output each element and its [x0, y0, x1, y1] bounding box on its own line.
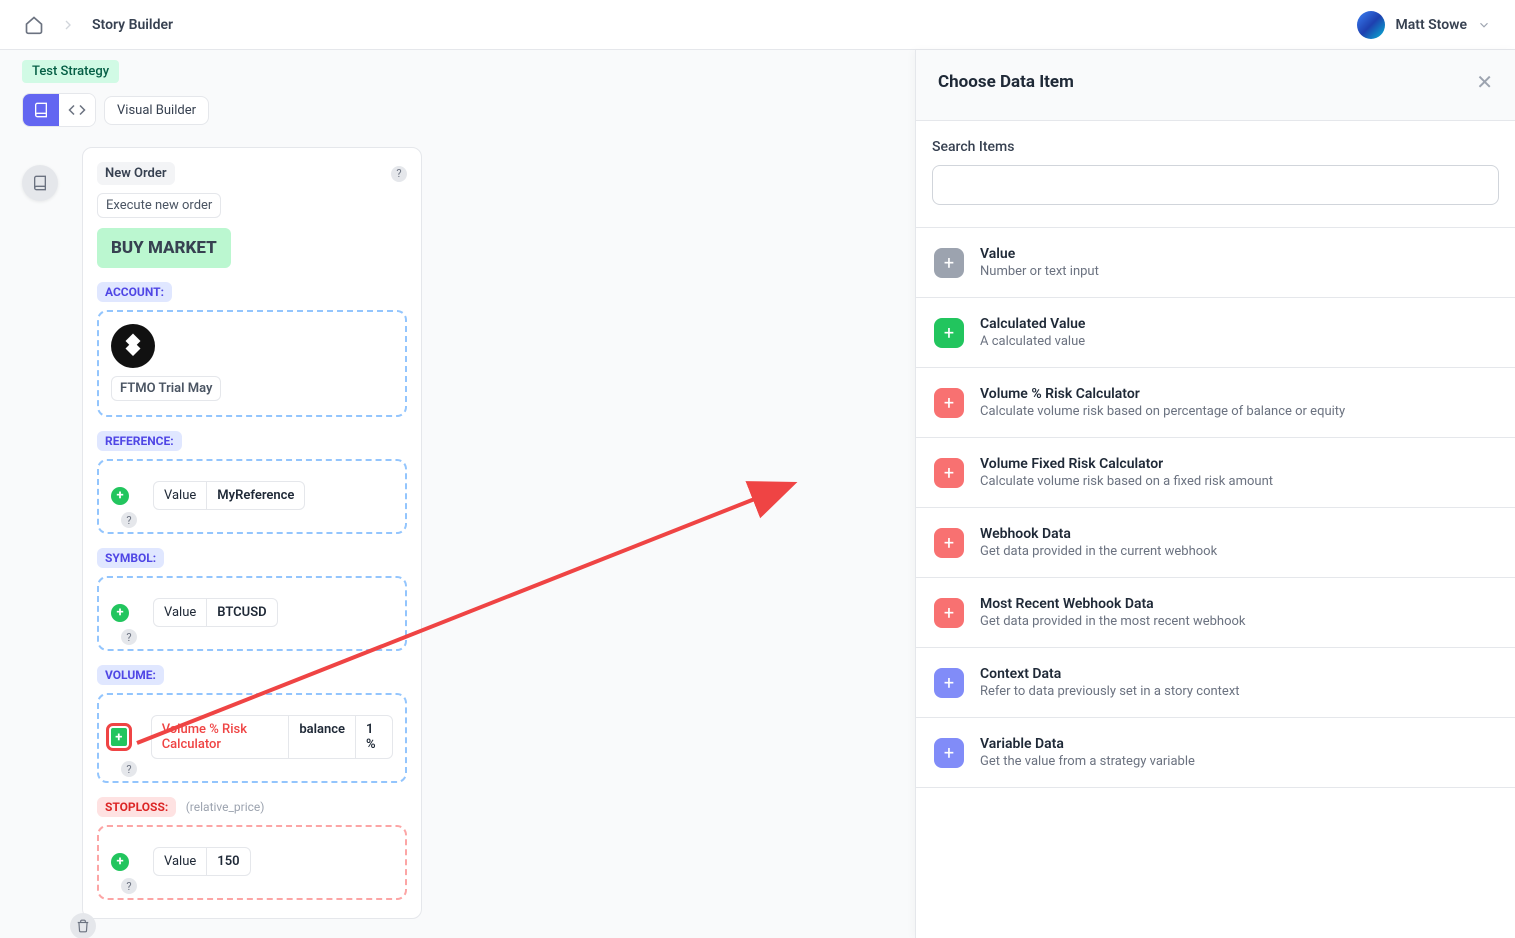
item-desc: Calculate volume risk based on percentag… [980, 404, 1345, 419]
item-title: Webhook Data [980, 526, 1217, 542]
node-subtitle: Execute new order [97, 193, 221, 218]
chevron-down-icon [1477, 18, 1491, 32]
plus-icon: + [934, 458, 964, 488]
avatar [1357, 11, 1385, 39]
item-title: Volume % Risk Calculator [980, 386, 1345, 402]
stoploss-note: (relative_price) [186, 800, 265, 814]
strategy-badge[interactable]: Test Strategy [22, 60, 119, 83]
toolbar-label: Visual Builder [104, 96, 209, 125]
stoploss-box[interactable]: + Value 150 ? [97, 825, 407, 900]
item-title: Most Recent Webhook Data [980, 596, 1245, 612]
item-title: Volume Fixed Risk Calculator [980, 456, 1273, 472]
reference-value[interactable]: Value MyReference [153, 481, 305, 510]
chevron-right-icon [60, 17, 76, 33]
account-name: FTMO Trial May [111, 376, 221, 401]
account-box[interactable]: FTMO Trial May [97, 310, 407, 417]
view-toggle [22, 93, 96, 127]
collapse-button[interactable] [22, 165, 58, 201]
plus-icon[interactable]: + [111, 853, 129, 871]
item-desc: A calculated value [980, 334, 1085, 349]
search-label: Search Items [932, 139, 1499, 155]
data-item-option[interactable]: + Webhook Data Get data provided in the … [916, 508, 1515, 578]
item-desc: Get the value from a strategy variable [980, 754, 1195, 769]
data-item-option[interactable]: + Calculated Value A calculated value [916, 298, 1515, 368]
item-desc: Refer to data previously set in a story … [980, 684, 1240, 699]
volume-value[interactable]: Volume % Risk Calculator balance 1 % [151, 715, 393, 759]
app-header: Story Builder Matt Stowe [0, 0, 1515, 50]
plus-icon[interactable]: + [111, 604, 129, 622]
plus-icon: + [934, 318, 964, 348]
panel-title: Choose Data Item [938, 72, 1074, 92]
code-view-button[interactable] [59, 94, 95, 126]
item-list: + Value Number or text input + Calculate… [916, 227, 1515, 788]
item-desc: Calculate volume risk based on a fixed r… [980, 474, 1273, 489]
data-item-option[interactable]: + Context Data Refer to data previously … [916, 648, 1515, 718]
data-item-option[interactable]: + Value Number or text input [916, 228, 1515, 298]
help-icon[interactable]: ? [121, 629, 137, 645]
plus-icon: + [934, 598, 964, 628]
canvas-area: Test Strategy Visual Builder New Order ? [0, 50, 915, 938]
item-title: Value [980, 246, 1099, 262]
delete-button[interactable] [70, 913, 96, 938]
username-label: Matt Stowe [1395, 17, 1467, 33]
item-title: Context Data [980, 666, 1240, 682]
item-title: Variable Data [980, 736, 1195, 752]
data-item-panel: Choose Data Item ✕ Search Items + Value … [915, 50, 1515, 938]
item-desc: Number or text input [980, 264, 1099, 279]
help-icon[interactable]: ? [121, 512, 137, 528]
plus-icon: + [934, 738, 964, 768]
plus-icon: + [934, 388, 964, 418]
user-menu[interactable]: Matt Stowe [1357, 11, 1491, 39]
reference-box[interactable]: + Value MyReference ? [97, 459, 407, 534]
node-title: New Order [97, 162, 175, 185]
data-item-option[interactable]: + Most Recent Webhook Data Get data prov… [916, 578, 1515, 648]
account-logo-icon [111, 324, 155, 368]
close-icon[interactable]: ✕ [1476, 72, 1493, 92]
symbol-label: SYMBOL: [97, 548, 164, 568]
visual-view-button[interactable] [23, 94, 59, 126]
search-input[interactable] [932, 165, 1499, 205]
order-node[interactable]: New Order ? Execute new order BUY MARKET… [82, 147, 422, 919]
plus-icon: + [934, 668, 964, 698]
plus-icon: + [934, 248, 964, 278]
plus-icon: + [934, 528, 964, 558]
item-title: Calculated Value [980, 316, 1085, 332]
volume-box[interactable]: + Volume % Risk Calculator balance 1 % ? [97, 693, 407, 783]
reference-label: REFERENCE: [97, 431, 182, 451]
account-label: ACCOUNT: [97, 282, 172, 302]
item-desc: Get data provided in the current webhook [980, 544, 1217, 559]
data-item-option[interactable]: + Variable Data Get the value from a str… [916, 718, 1515, 788]
plus-icon[interactable]: + [111, 728, 127, 746]
help-icon[interactable]: ? [121, 878, 137, 894]
home-icon[interactable] [24, 15, 44, 35]
stoploss-value[interactable]: Value 150 [153, 847, 251, 876]
stoploss-label: STOPLOSS: [97, 797, 176, 817]
help-icon[interactable]: ? [391, 166, 407, 182]
action-chip[interactable]: BUY MARKET [97, 228, 231, 268]
breadcrumb[interactable]: Story Builder [92, 17, 173, 33]
volume-label: VOLUME: [97, 665, 164, 685]
item-desc: Get data provided in the most recent web… [980, 614, 1245, 629]
symbol-box[interactable]: + Value BTCUSD ? [97, 576, 407, 651]
data-item-option[interactable]: + Volume Fixed Risk Calculator Calculate… [916, 438, 1515, 508]
plus-icon[interactable]: + [111, 487, 129, 505]
symbol-value[interactable]: Value BTCUSD [153, 598, 278, 627]
data-item-option[interactable]: + Volume % Risk Calculator Calculate vol… [916, 368, 1515, 438]
help-icon[interactable]: ? [121, 761, 137, 777]
